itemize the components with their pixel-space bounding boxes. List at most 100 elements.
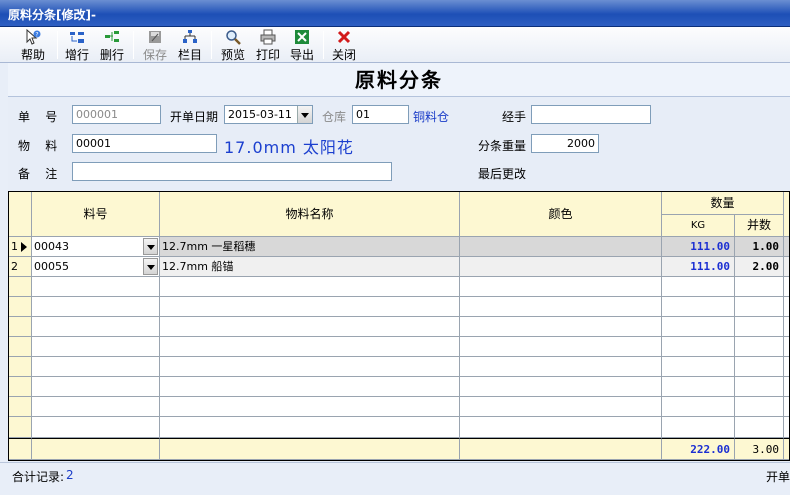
table-cell[interactable] <box>735 277 784 297</box>
row-header[interactable]: 2 <box>9 257 32 277</box>
row-header[interactable] <box>9 377 32 397</box>
table-cell-name[interactable]: 12.7mm 船锚 <box>160 257 460 277</box>
table-cell[interactable] <box>160 277 460 297</box>
table-cell[interactable] <box>32 277 160 297</box>
row-header[interactable] <box>9 357 32 377</box>
print-button[interactable]: 打印 <box>253 29 283 62</box>
weight-field[interactable]: 2000 <box>531 134 599 153</box>
col-header-color[interactable]: 颜色 <box>460 192 662 237</box>
note-field[interactable] <box>72 162 392 181</box>
table-cell[interactable] <box>662 397 735 417</box>
table-cell[interactable] <box>160 377 460 397</box>
table-cell[interactable] <box>784 277 789 297</box>
table-cell[interactable] <box>662 417 735 438</box>
table-cell-bundles[interactable]: 2.00 <box>735 257 784 277</box>
table-cell[interactable] <box>662 377 735 397</box>
table-cell[interactable] <box>662 357 735 377</box>
table-cell[interactable] <box>160 417 460 438</box>
weight-label: 分条重量 <box>478 139 527 153</box>
row-header[interactable] <box>9 297 32 317</box>
row-header[interactable] <box>9 317 32 337</box>
row-header[interactable] <box>9 397 32 417</box>
table-cell[interactable] <box>460 277 662 297</box>
handler-field[interactable] <box>531 105 651 124</box>
table-cell-color[interactable] <box>460 237 662 257</box>
row-header[interactable] <box>9 337 32 357</box>
col-header-bundles[interactable]: 并数 <box>735 215 784 237</box>
table-cell[interactable] <box>32 417 160 438</box>
table-cell[interactable] <box>735 377 784 397</box>
col-header-name[interactable]: 物料名称 <box>160 192 460 237</box>
table-cell-bundles[interactable]: 1.00 <box>735 237 784 257</box>
close-button[interactable]: 关闭 <box>329 29 359 62</box>
row-header[interactable]: 1 <box>9 237 32 257</box>
table-cell[interactable] <box>32 337 160 357</box>
table-cell[interactable] <box>32 397 160 417</box>
chevron-down-icon[interactable] <box>143 258 158 275</box>
table-cell[interactable] <box>784 417 789 438</box>
table-cell[interactable] <box>735 357 784 377</box>
table-cell[interactable] <box>784 377 789 397</box>
table-cell[interactable] <box>662 337 735 357</box>
date-select[interactable]: 2015-03-11 <box>224 105 313 124</box>
columns-button[interactable]: 栏目 <box>175 29 205 62</box>
table-cell[interactable] <box>160 357 460 377</box>
table-cell[interactable] <box>735 337 784 357</box>
detail-grid: 料号 物料名称 颜色 数量 KG 并数 1 00043 12.7mm 一星稻穗 … <box>8 191 790 461</box>
table-cell[interactable] <box>460 297 662 317</box>
table-cell-code[interactable]: 00055 <box>32 257 160 277</box>
add-row-button[interactable]: 增行 <box>62 29 92 62</box>
table-cell-color[interactable] <box>460 257 662 277</box>
save-button[interactable]: 保存 <box>140 29 170 62</box>
row-header[interactable] <box>9 277 32 297</box>
table-cell[interactable] <box>160 337 460 357</box>
table-cell-name[interactable]: 12.7mm 一星稻穗 <box>160 237 460 257</box>
table-cell[interactable] <box>160 397 460 417</box>
table-cell[interactable] <box>32 297 160 317</box>
table-cell[interactable] <box>735 397 784 417</box>
col-header-code[interactable]: 料号 <box>32 192 160 237</box>
table-cell[interactable] <box>32 377 160 397</box>
table-cell[interactable] <box>784 297 789 317</box>
chevron-down-icon[interactable] <box>297 106 312 123</box>
table-cell-code[interactable]: 00043 <box>32 237 160 257</box>
totals-cell <box>32 438 160 460</box>
export-button[interactable]: 导出 <box>287 29 317 62</box>
table-cell[interactable] <box>784 337 789 357</box>
close-icon <box>336 29 352 45</box>
col-header-kg[interactable]: KG <box>662 215 735 237</box>
table-cell[interactable] <box>460 417 662 438</box>
table-cell[interactable] <box>735 317 784 337</box>
table-cell[interactable] <box>32 357 160 377</box>
table-cell[interactable] <box>735 417 784 438</box>
table-cell[interactable] <box>160 317 460 337</box>
table-cell[interactable] <box>784 357 789 377</box>
table-cell[interactable] <box>662 297 735 317</box>
help-button[interactable]: ? 帮助 <box>16 28 50 62</box>
table-cell[interactable] <box>160 297 460 317</box>
table-cell[interactable] <box>662 317 735 337</box>
row-header[interactable] <box>9 417 32 438</box>
table-cell[interactable] <box>460 397 662 417</box>
table-cell[interactable] <box>460 357 662 377</box>
preview-button[interactable]: 预览 <box>218 29 248 62</box>
current-row-icon <box>21 242 27 252</box>
table-cell[interactable] <box>460 377 662 397</box>
table-cell-kg[interactable]: 111.00 <box>662 237 735 257</box>
totals-bundles: 3.00 <box>735 438 784 460</box>
warehouse-field[interactable]: 01 <box>352 105 409 124</box>
table-cell[interactable] <box>735 297 784 317</box>
doc-no-field[interactable]: 000001 <box>72 105 161 124</box>
table-cell[interactable] <box>32 317 160 337</box>
warehouse-name-link[interactable]: 铜料仓 <box>413 108 449 125</box>
table-cell[interactable] <box>662 277 735 297</box>
table-cell[interactable] <box>460 317 662 337</box>
table-cell[interactable] <box>784 317 789 337</box>
delete-row-button[interactable]: 删行 <box>97 29 127 62</box>
table-cell-kg[interactable]: 111.00 <box>662 257 735 277</box>
handler-label: 经手 <box>502 110 527 124</box>
table-cell[interactable] <box>460 337 662 357</box>
table-cell[interactable] <box>784 397 789 417</box>
chevron-down-icon[interactable] <box>143 238 158 255</box>
material-field[interactable]: 00001 <box>72 134 217 153</box>
